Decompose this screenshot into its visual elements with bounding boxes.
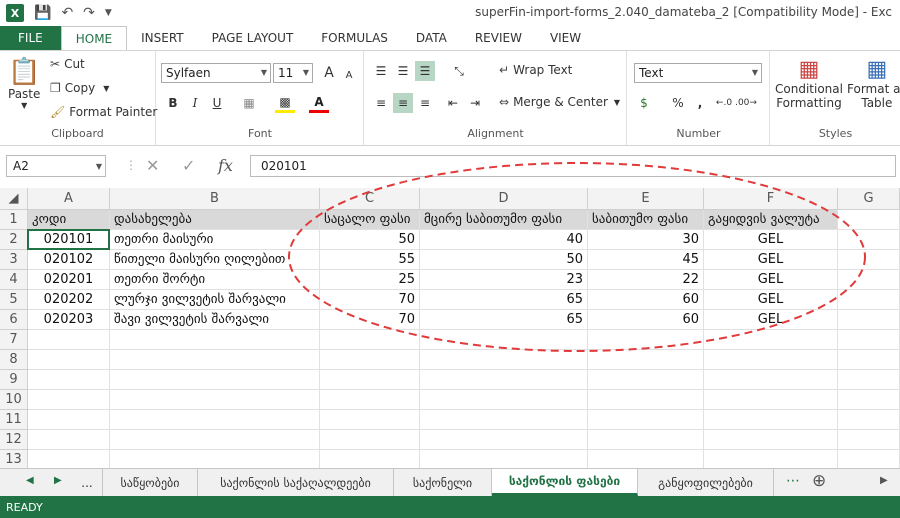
more-tabs-icon[interactable]: ⋯ — [786, 473, 800, 489]
scroll-right-icon[interactable]: ▶ — [54, 475, 62, 486]
status-text: READY — [6, 500, 43, 514]
new-sheet-icon[interactable]: ⊕ — [812, 471, 826, 491]
annotation-overlay — [288, 162, 866, 352]
sheet-tab-warehouses[interactable]: საწყობები — [102, 469, 198, 496]
scroll-left-icon[interactable]: ◀ — [26, 475, 34, 486]
sheet-tab-more[interactable]: ... — [72, 469, 102, 496]
sheet-tab-bar: ◀ ▶ ... საწყობები საქონლის საქაღალდეები … — [0, 468, 900, 496]
status-bar: READY — [0, 496, 900, 518]
sheet-tab-departments[interactable]: განყოფილებები — [638, 469, 774, 496]
sheet-tab-product-folders[interactable]: საქონლის საქაღალდეები — [198, 469, 394, 496]
annotation-ellipse — [288, 162, 866, 352]
horizontal-scroll-right-icon[interactable]: ▶ — [880, 475, 888, 486]
sheet-tab-product-prices[interactable]: საქონლის ფასები — [492, 469, 638, 496]
sheet-tab-products[interactable]: საქონელი — [394, 469, 492, 496]
